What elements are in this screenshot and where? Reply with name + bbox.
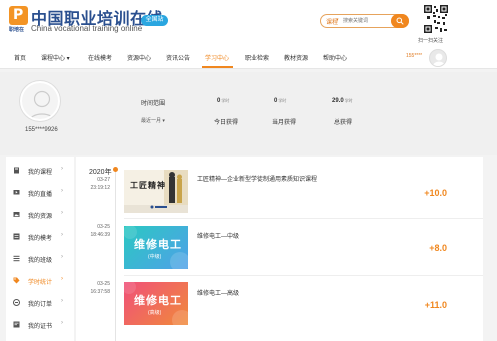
course-thumbnail[interactable]: 维修电工 (中级) (124, 226, 188, 269)
nav-item-learning[interactable]: 学习中心 (205, 53, 229, 62)
stat-total-value: 29.0学时 (332, 98, 353, 104)
chevron-right-icon: › (61, 276, 63, 282)
logo-icon[interactable]: P (9, 6, 28, 25)
course-title[interactable]: 工匠精神—企业新型学徒制通用素质知识课程 (197, 174, 317, 183)
course-title[interactable]: 维修电工—中级 (197, 231, 239, 240)
sidebar-item-hours[interactable]: 学时统计 › (6, 271, 74, 291)
thumbnail-title: 维修电工 (134, 238, 182, 251)
sidebar: 我的课程 › 我的直播 › 我的资源 › 我的模考 › 我的班级 › 学时统计 … (6, 157, 74, 341)
record-time: 18:46:39 (90, 232, 110, 238)
sidebar-item-label: 我的班级 (28, 258, 53, 264)
sidebar-item-certificates[interactable]: 我的证书 › (6, 315, 74, 335)
sidebar-item-label: 我的证书 (28, 324, 53, 330)
user-name[interactable]: 155**** (406, 53, 422, 59)
timeline-year: 2020年 (89, 169, 112, 176)
course-hours-gained: +8.0 (429, 243, 447, 253)
live-icon (13, 190, 20, 195)
stat-total-label: 总获得 (334, 120, 353, 126)
chevron-right-icon: › (61, 166, 63, 172)
course-hours-gained: +10.0 (424, 188, 447, 198)
row-divider (124, 275, 483, 276)
thumbnail-title: 工匠精神 (130, 181, 166, 190)
logo-subtitle: China vocational training online (31, 24, 143, 33)
nav-item-news[interactable]: 资讯公告 (166, 53, 190, 62)
chevron-right-icon: › (61, 232, 63, 238)
course-hours-gained: +11.0 (424, 300, 447, 310)
range-label: 时间范围 (141, 101, 166, 107)
search-button[interactable] (391, 14, 409, 28)
range-select[interactable]: 最近一月 ▾ (141, 117, 165, 124)
row-divider (124, 218, 483, 219)
nav-item-home[interactable]: 首页 (14, 53, 26, 62)
profile-avatar[interactable] (20, 81, 60, 121)
chevron-down-icon[interactable]: ▾ (336, 17, 339, 23)
sidebar-item-label: 我的订单 (28, 302, 53, 308)
record-date: 03-25 (97, 224, 110, 230)
nav-item-textbooks[interactable]: 教材资源 (284, 53, 308, 62)
search-icon (396, 17, 404, 25)
craftsman-course-image (124, 170, 188, 213)
stat-month-value: 0学时 (274, 98, 287, 104)
sidebar-item-label: 我的直播 (28, 192, 53, 198)
record-date: 03-25 (97, 281, 110, 287)
nav-active-indicator (202, 66, 233, 68)
search-input[interactable] (343, 16, 383, 26)
nav-item-jobs[interactable]: 职业检索 (245, 53, 269, 62)
nav-item-courses[interactable]: 课程中心 ▾ (41, 53, 70, 62)
chevron-right-icon: › (61, 320, 63, 326)
main-nav: 首页 课程中心 ▾ 在线模考 资源中心 资讯公告 学习中心 职业检索 教材资源 … (0, 44, 497, 69)
thumbnail-title: 维修电工 (134, 294, 182, 307)
nav-item-resources[interactable]: 资源中心 (127, 53, 151, 62)
sidebar-item-label: 我的资源 (28, 214, 53, 220)
course-thumbnail[interactable]: 工匠精神 (124, 170, 188, 213)
sidebar-item-label: 学时统计 (28, 280, 53, 286)
nav-item-help[interactable]: 帮助中心 (323, 53, 347, 62)
thumbnail-level: (高级) (148, 310, 162, 316)
timeline-line (115, 168, 116, 341)
user-icon (22, 83, 58, 119)
chevron-right-icon: › (61, 210, 63, 216)
exam-icon (13, 233, 20, 240)
qr-label: 扫一扫关注 (418, 38, 444, 44)
sidebar-item-orders[interactable]: 我的订单 › (6, 293, 74, 313)
record-date: 03-27 (97, 177, 110, 183)
timeline-dot (113, 167, 118, 172)
sidebar-item-label: 我的课程 (28, 170, 53, 176)
tag-icon (13, 277, 20, 284)
course-title[interactable]: 维修电工—高级 (197, 288, 239, 297)
nav-item-exam[interactable]: 在线模考 (88, 53, 112, 62)
sidebar-item-courses[interactable]: 我的课程 › (6, 161, 74, 181)
user-icon (433, 53, 445, 66)
site-badge[interactable]: 全国站 (141, 15, 168, 26)
chevron-right-icon: › (61, 188, 63, 194)
order-icon (13, 299, 20, 306)
chevron-right-icon: › (61, 254, 63, 260)
class-icon (13, 255, 20, 262)
sidebar-item-label: 我的模考 (28, 236, 53, 242)
profile-summary: 155****9926 (0, 72, 497, 155)
sidebar-item-classes[interactable]: 我的班级 › (6, 249, 74, 269)
qr-code-icon (423, 4, 449, 34)
record-time: 23:19:12 (90, 185, 110, 191)
search-bar: 课程 ▾ (320, 14, 409, 28)
image-icon (13, 212, 20, 217)
stat-month-label: 当月获得 (272, 120, 297, 126)
logo-subtext: 职培在 (9, 27, 25, 33)
sidebar-item-live[interactable]: 我的直播 › (6, 183, 74, 203)
sidebar-item-resources[interactable]: 我的资源 › (6, 205, 74, 225)
sidebar-item-exams[interactable]: 我的模考 › (6, 227, 74, 247)
record-time: 16:37:58 (90, 289, 110, 295)
course-thumbnail[interactable]: 维修电工 (高级) (124, 282, 188, 325)
thumbnail-level: (中级) (148, 254, 162, 260)
site-header: P 职培在 中国职业培训在线 China vocational training… (0, 0, 497, 44)
book-icon (14, 167, 19, 174)
stat-today-value: 0学时 (217, 98, 230, 104)
stat-today-label: 今日获得 (214, 120, 239, 126)
avatar[interactable] (429, 49, 447, 67)
profile-name: 155****9926 (25, 127, 58, 133)
chevron-right-icon: › (61, 298, 63, 304)
certificate-icon (13, 321, 20, 328)
